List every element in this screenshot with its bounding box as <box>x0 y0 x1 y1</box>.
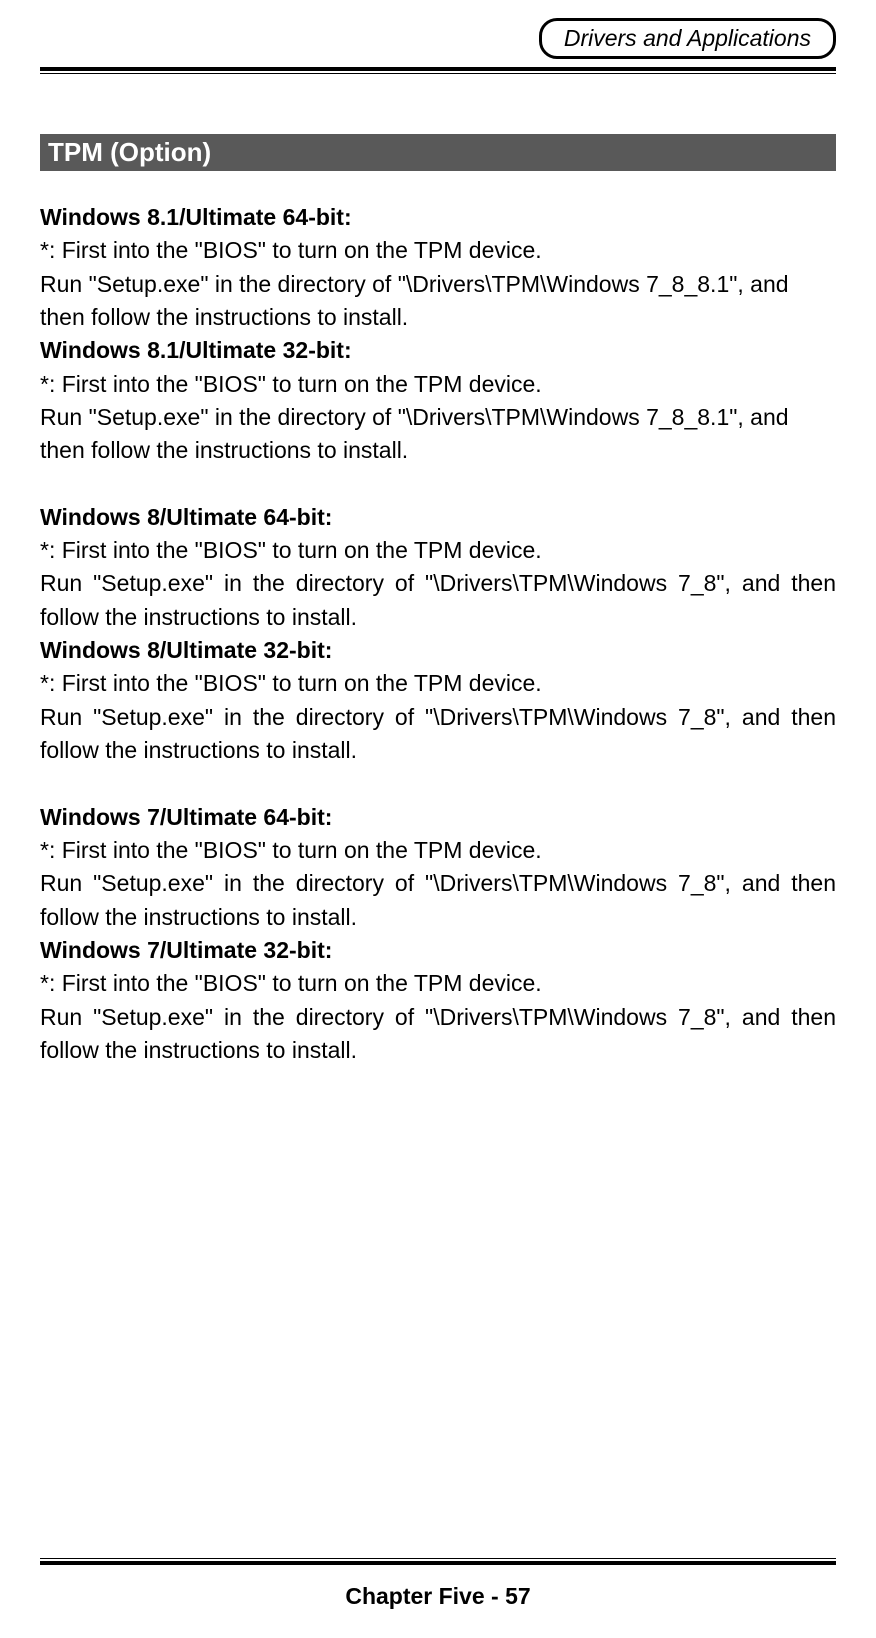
header-title: Drivers and Applications <box>564 25 811 51</box>
header-title-box: Drivers and Applications <box>539 18 836 59</box>
footer-rule <box>40 1558 836 1565</box>
install-instruction: Run "Setup.exe" in the directory of "\Dr… <box>40 867 836 934</box>
bios-note: *: First into the "BIOS" to turn on the … <box>40 534 836 567</box>
spacer <box>40 468 836 501</box>
entries-container: Windows 8.1/Ultimate 64-bit:*: First int… <box>40 201 836 1067</box>
os-heading: Windows 7/Ultimate 32-bit: <box>40 934 836 967</box>
install-instruction: Run "Setup.exe" in the directory of "\Dr… <box>40 701 836 768</box>
bios-note: *: First into the "BIOS" to turn on the … <box>40 368 836 401</box>
footer-text: Chapter Five - 57 <box>40 1583 836 1610</box>
bios-note: *: First into the "BIOS" to turn on the … <box>40 834 836 867</box>
install-instruction: Run "Setup.exe" in the directory of "\Dr… <box>40 401 836 468</box>
os-heading: Windows 8.1/Ultimate 64-bit: <box>40 201 836 234</box>
install-instruction: Run "Setup.exe" in the directory of "\Dr… <box>40 268 836 335</box>
header-rule <box>40 67 836 74</box>
os-heading: Windows 8/Ultimate 32-bit: <box>40 634 836 667</box>
bios-note: *: First into the "BIOS" to turn on the … <box>40 967 836 1000</box>
bios-note: *: First into the "BIOS" to turn on the … <box>40 234 836 267</box>
bios-note: *: First into the "BIOS" to turn on the … <box>40 667 836 700</box>
page-header: Drivers and Applications <box>0 0 876 74</box>
spacer <box>40 768 836 801</box>
os-heading: Windows 8/Ultimate 64-bit: <box>40 501 836 534</box>
os-heading: Windows 8.1/Ultimate 32-bit: <box>40 334 836 367</box>
page-footer: Chapter Five - 57 <box>0 1558 876 1610</box>
install-instruction: Run "Setup.exe" in the directory of "\Dr… <box>40 567 836 634</box>
os-heading: Windows 7/Ultimate 64-bit: <box>40 801 836 834</box>
page-content: TPM (Option) Windows 8.1/Ultimate 64-bit… <box>0 134 876 1067</box>
install-instruction: Run "Setup.exe" in the directory of "\Dr… <box>40 1001 836 1068</box>
section-heading: TPM (Option) <box>40 134 836 171</box>
